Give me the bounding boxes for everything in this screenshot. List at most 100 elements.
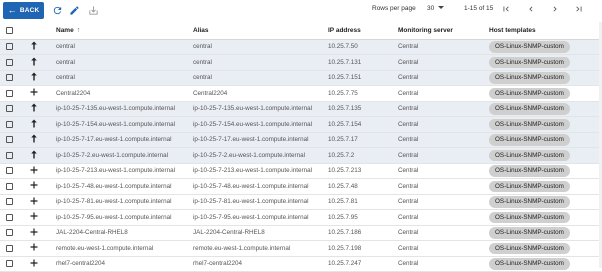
- back-button[interactable]: ← BACK: [3, 2, 44, 19]
- row-expand-cell[interactable]: [28, 54, 56, 71]
- template-chip[interactable]: OS-Linux-SNMP-custom: [489, 118, 570, 130]
- arrow-up-icon[interactable]: [29, 72, 38, 83]
- template-chip[interactable]: OS-Linux-SNMP-custom: [489, 196, 570, 208]
- row-checkbox[interactable]: [6, 213, 13, 221]
- arrow-up-icon[interactable]: [29, 150, 38, 161]
- row-expand-cell[interactable]: [28, 240, 56, 257]
- template-chip[interactable]: OS-Linux-SNMP-custom: [489, 103, 570, 115]
- row-expand-cell[interactable]: [28, 178, 56, 195]
- arrow-up-icon[interactable]: [29, 41, 38, 52]
- table-row[interactable]: JAL-2204-Central-RHEL8 JAL-2204-Central-R…: [0, 225, 602, 241]
- arrow-up-icon[interactable]: [29, 57, 38, 68]
- row-select-cell[interactable]: [0, 85, 28, 102]
- row-expand-cell[interactable]: [28, 256, 56, 272]
- table-row[interactable]: central central 10.25.7.50 Central OS-Linux-…: [0, 39, 602, 55]
- template-chip[interactable]: OS-Linux-SNMP-custom: [489, 180, 570, 192]
- template-chip[interactable]: OS-Linux-SNMP-custom: [489, 87, 570, 99]
- row-expand-cell[interactable]: [28, 70, 56, 86]
- template-chip[interactable]: OS-Linux-SNMP-custom: [489, 242, 570, 254]
- rows-per-page-select[interactable]: 30: [427, 5, 434, 12]
- plus-icon[interactable]: [29, 166, 38, 176]
- chevron-right-icon[interactable]: [549, 3, 561, 15]
- plus-icon[interactable]: [29, 197, 38, 207]
- template-chip[interactable]: OS-Linux-SNMP-custom: [489, 165, 570, 177]
- table-row[interactable]: central central 10.25.7.131 Central OS-Linux…: [0, 54, 602, 71]
- refresh-icon[interactable]: [50, 3, 64, 17]
- row-checkbox[interactable]: [6, 229, 13, 237]
- table-row[interactable]: ip-10-25-7-135.eu-west-1.compute.interna…: [0, 101, 602, 117]
- table-row[interactable]: remote.eu-west-1.compute.internal remote.…: [0, 240, 602, 257]
- row-select-cell[interactable]: [0, 132, 28, 148]
- row-checkbox[interactable]: [6, 182, 13, 190]
- row-expand-cell[interactable]: [28, 85, 56, 102]
- row-checkbox[interactable]: [6, 167, 13, 175]
- plus-icon[interactable]: [29, 181, 38, 191]
- template-chip[interactable]: OS-Linux-SNMP-custom: [489, 227, 570, 239]
- template-chip[interactable]: OS-Linux-SNMP-custom: [489, 211, 570, 223]
- table-row[interactable]: ip-10-25-7-48.eu-west-1.compute.internal…: [0, 178, 602, 195]
- row-checkbox[interactable]: [6, 198, 13, 206]
- row-select-cell[interactable]: [0, 116, 28, 133]
- table-row[interactable]: ip-10-25-7-213.eu-west-1.compute.interna…: [0, 163, 602, 179]
- row-checkbox[interactable]: [6, 244, 13, 252]
- download-icon[interactable]: [86, 3, 100, 17]
- arrow-up-icon[interactable]: [29, 103, 38, 114]
- row-expand-cell[interactable]: [28, 225, 56, 241]
- row-checkbox[interactable]: [6, 105, 13, 113]
- row-expand-cell[interactable]: [28, 39, 56, 55]
- table-row[interactable]: ip-10-25-7-2.eu-west-1.compute.internal i…: [0, 147, 602, 164]
- plus-icon[interactable]: [29, 212, 38, 222]
- row-checkbox[interactable]: [6, 260, 13, 268]
- row-expand-cell[interactable]: [28, 163, 56, 179]
- row-expand-cell[interactable]: [28, 132, 56, 148]
- table-row[interactable]: ip-10-25-7-17.eu-west-1.compute.internal…: [0, 132, 602, 148]
- column-header-alias[interactable]: Alias: [193, 22, 328, 40]
- row-select-cell[interactable]: [0, 256, 28, 272]
- pencil-icon[interactable]: [67, 3, 81, 17]
- first-page-icon[interactable]: [500, 3, 512, 15]
- row-select-cell[interactable]: [0, 39, 28, 55]
- chevron-left-icon[interactable]: [525, 3, 537, 15]
- row-expand-cell[interactable]: [28, 116, 56, 133]
- row-select-cell[interactable]: [0, 54, 28, 71]
- row-select-cell[interactable]: [0, 194, 28, 210]
- caret-down-icon[interactable]: [438, 6, 444, 9]
- sort-arrow-up-icon[interactable]: ↑: [77, 27, 81, 34]
- table-row[interactable]: ip-10-25-7-81.eu-west-1.compute.internal…: [0, 194, 602, 210]
- plus-icon[interactable]: [29, 88, 38, 98]
- row-expand-cell[interactable]: [28, 209, 56, 226]
- row-expand-cell[interactable]: [28, 101, 56, 117]
- template-chip[interactable]: OS-Linux-SNMP-custom: [489, 56, 570, 68]
- plus-icon[interactable]: [29, 228, 38, 238]
- row-checkbox[interactable]: [6, 89, 13, 97]
- row-expand-cell[interactable]: [28, 194, 56, 210]
- row-select-cell[interactable]: [0, 163, 28, 179]
- row-select-cell[interactable]: [0, 225, 28, 241]
- table-row[interactable]: central central 10.25.7.151 Central OS-Linux…: [0, 70, 602, 86]
- row-checkbox[interactable]: [6, 151, 13, 159]
- column-header-name[interactable]: Name ↑: [56, 22, 193, 40]
- template-chip[interactable]: OS-Linux-SNMP-custom: [489, 72, 570, 84]
- row-checkbox[interactable]: [6, 58, 13, 66]
- row-select-cell[interactable]: [0, 70, 28, 86]
- table-row[interactable]: ip-10-25-7-154.eu-west-1.compute.interna…: [0, 116, 602, 133]
- row-select-cell[interactable]: [0, 209, 28, 226]
- arrow-up-icon[interactable]: [29, 119, 38, 130]
- row-checkbox[interactable]: [6, 74, 13, 82]
- row-select-cell[interactable]: [0, 147, 28, 164]
- plus-icon[interactable]: [29, 259, 38, 269]
- row-select-cell[interactable]: [0, 101, 28, 117]
- template-chip[interactable]: OS-Linux-SNMP-custom: [489, 134, 570, 146]
- row-expand-cell[interactable]: [28, 147, 56, 164]
- row-select-cell[interactable]: [0, 178, 28, 195]
- table-row[interactable]: rhel7-central2204 rhel7-central2204 10.25.…: [0, 256, 602, 272]
- select-all-cell[interactable]: [0, 22, 28, 40]
- template-chip[interactable]: OS-Linux-SNMP-custom: [489, 41, 570, 53]
- plus-icon[interactable]: [29, 243, 38, 253]
- row-checkbox[interactable]: [6, 136, 13, 144]
- table-row[interactable]: Central2204 Central2204 10.25.7.75 Central O…: [0, 85, 602, 102]
- column-header-server[interactable]: Monitoring server: [398, 22, 489, 40]
- select-all-checkbox[interactable]: [6, 26, 13, 34]
- column-header-templates[interactable]: Host templates: [489, 22, 602, 40]
- column-header-ip[interactable]: IP address: [328, 22, 398, 40]
